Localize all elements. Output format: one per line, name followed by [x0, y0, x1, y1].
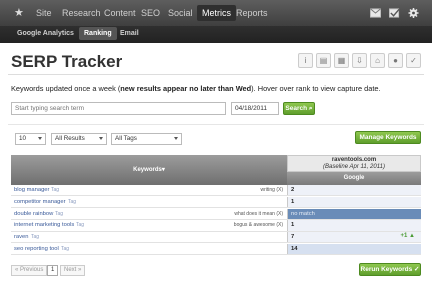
keyword-link[interactable]: blog manager [14, 187, 49, 193]
tag-link[interactable]: Tag [31, 234, 39, 240]
table-row: internet marketing tools Tag bogus & aweso… [11, 220, 421, 232]
tag-link[interactable]: Tag [55, 211, 63, 217]
top-nav: ★ Site Research Content SEO Social Metri… [0, 0, 432, 26]
calendar-icon[interactable]: ▦ [334, 53, 349, 68]
search-button[interactable]: Search ⌕ [283, 102, 315, 115]
download-icon[interactable]: ⇩ [352, 53, 367, 68]
keyword-link[interactable]: double rainbow [14, 211, 53, 217]
tag-link[interactable]: Tag [51, 187, 59, 193]
tag-note[interactable]: what does it mean (X) [234, 211, 283, 217]
check-circle-icon[interactable]: ✓ [406, 53, 421, 68]
table-row: raven Tag 7 +1 ▲ [11, 232, 421, 244]
previous-page[interactable]: « Previous [11, 265, 48, 276]
tab-ranking[interactable]: Ranking [79, 27, 117, 40]
rank-cell[interactable]: 1 [287, 196, 421, 207]
keyword-link[interactable]: competitor manager [14, 199, 66, 205]
tag-link[interactable]: Tag [68, 199, 76, 205]
tab-email[interactable]: Email [120, 30, 139, 37]
rank-cell[interactable]: 2 [287, 185, 421, 196]
pdf-icon[interactable]: ▤ [316, 53, 331, 68]
keywords-header[interactable]: Keywords▾ [11, 155, 287, 185]
chevron-down-icon [174, 137, 178, 140]
sort-icon: ▾ [161, 167, 165, 173]
rank-change: +1 ▲ [400, 233, 415, 240]
keyword-link[interactable]: seo reporting tool [14, 246, 59, 252]
divider [8, 74, 424, 75]
site-header: raventools.com (Baseline Apr 11, 2011) [287, 155, 421, 172]
engine-header: Google [287, 172, 421, 185]
nav-metrics[interactable]: Metrics [197, 5, 236, 21]
nav-site[interactable]: Site [36, 8, 52, 18]
nav-content[interactable]: Content [104, 8, 136, 18]
page-1[interactable]: 1 [47, 265, 59, 276]
rerun-keywords-button[interactable]: Rerun Keywords ✓ [359, 263, 421, 276]
nav-social[interactable]: Social [168, 8, 193, 18]
results-select[interactable]: All Results [51, 133, 107, 145]
keyword-link[interactable]: internet marketing tools [14, 222, 74, 228]
check-icon: ✓ [385, 145, 391, 152]
tags-select[interactable]: All Tags [111, 133, 182, 145]
info-icon[interactable]: i [298, 53, 313, 68]
search-icon: ⌕ [308, 105, 313, 112]
keyword-link[interactable]: raven [14, 234, 29, 240]
tag-note[interactable]: bogus & awesome (X) [234, 222, 283, 228]
search-input[interactable] [11, 102, 226, 115]
rank-cell[interactable]: 14 [287, 244, 421, 255]
table-row: competitor manager Tag 1 [11, 196, 421, 208]
tab-google-analytics[interactable]: Google Analytics [17, 30, 74, 37]
next-page[interactable]: Next » [60, 265, 86, 276]
nav-seo[interactable]: SEO [141, 8, 160, 18]
tag-link[interactable]: Tag [61, 246, 69, 252]
mail-icon[interactable] [370, 8, 381, 18]
chevron-down-icon [99, 137, 103, 140]
gear-icon[interactable] [408, 8, 419, 18]
nav-research[interactable]: Research [62, 8, 101, 18]
table-header: Keywords▾ raventools.com (Baseline Apr 11… [11, 155, 421, 185]
table-row: seo reporting tool Tag 14 [11, 244, 421, 256]
check-icon: ✓ [414, 266, 420, 273]
rank-cell[interactable]: 1 [287, 220, 421, 231]
date-input[interactable] [231, 102, 279, 115]
chevron-down-icon [38, 137, 42, 140]
table-row: double rainbow Tag what does it mean (X) no… [11, 208, 421, 220]
rank-cell[interactable]: no match [287, 208, 421, 219]
tag-note[interactable]: writing (X) [260, 187, 283, 193]
checkbox-icon[interactable] [389, 8, 400, 18]
count-select[interactable]: 10 [15, 133, 46, 145]
comment-icon[interactable]: ● [388, 53, 403, 68]
divider [8, 124, 424, 125]
inbox-icon[interactable]: ⌂ [370, 53, 385, 68]
manage-keywords-button[interactable]: Manage Keywords ✓ [355, 131, 421, 152]
star-icon[interactable]: ★ [14, 6, 24, 19]
table-row: blog manager Tag writing (X) 2 [11, 185, 421, 197]
page-title: SERP Tracker [11, 52, 123, 71]
sub-nav: Google Analytics Ranking Email [0, 26, 432, 43]
nav-reports[interactable]: Reports [236, 8, 268, 18]
tag-link[interactable]: Tag [76, 222, 84, 228]
description-text: Keywords updated once a week (new result… [11, 84, 381, 93]
